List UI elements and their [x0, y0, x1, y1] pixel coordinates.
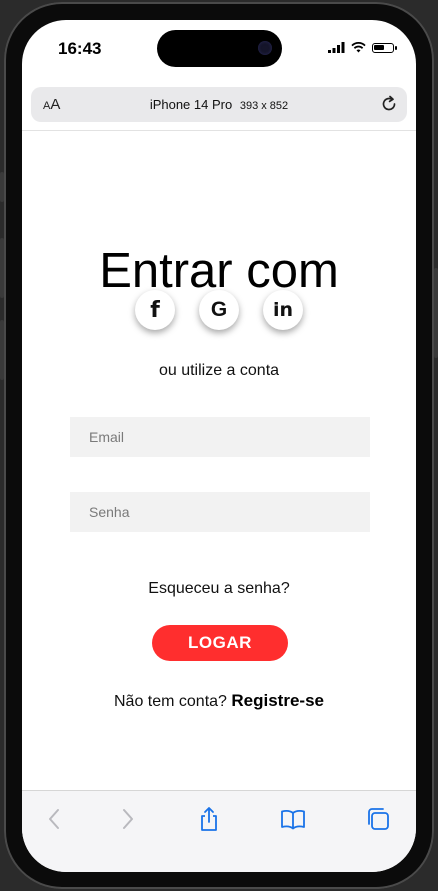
email-field[interactable]: [70, 417, 370, 457]
wifi-icon: [351, 42, 366, 53]
login-button[interactable]: LOGAR: [152, 625, 288, 661]
dynamic-island: [157, 30, 282, 67]
forgot-password-link[interactable]: Esqueceu a senha?: [22, 580, 416, 598]
browser-toolbar: [22, 790, 416, 872]
tabs-icon[interactable]: [365, 806, 391, 832]
volume-up-button: [0, 238, 4, 298]
volume-down-button: [0, 320, 4, 380]
address-bar[interactable]: AA iPhone 14 Pro 393 x 852: [31, 87, 407, 122]
reload-icon[interactable]: [379, 94, 399, 114]
register-link[interactable]: Registre-se: [231, 691, 324, 710]
back-icon[interactable]: [42, 806, 68, 832]
device-label: iPhone 14 Pro 393 x 852: [31, 97, 407, 112]
camera-icon: [258, 41, 272, 55]
battery-icon: [372, 42, 397, 53]
linkedin-icon: in: [272, 299, 294, 321]
status-bar: 16:43: [22, 20, 416, 80]
linkedin-login-button[interactable]: in: [263, 290, 303, 330]
power-button: [434, 268, 438, 358]
device-dimensions: 393 x 852: [239, 100, 289, 112]
no-account-text: Não tem conta?: [113, 693, 227, 710]
register-prompt: Não tem conta? Registre-se: [22, 691, 416, 711]
action-button: [0, 172, 4, 202]
facebook-login-button[interactable]: f: [135, 290, 175, 330]
password-field[interactable]: [70, 492, 370, 532]
google-login-button[interactable]: G: [199, 290, 239, 330]
forward-icon[interactable]: [114, 806, 140, 832]
google-icon: G: [210, 298, 228, 321]
social-login-row: f G in: [22, 290, 416, 332]
bookmarks-icon[interactable]: [280, 806, 306, 832]
phone-screen: 16:43 AA iPhone 14 Pro 393 x 852 Entrar …: [22, 20, 416, 872]
status-icons: [328, 42, 397, 53]
device-name: iPhone 14 Pro: [149, 97, 233, 112]
signal-icon: [328, 42, 345, 53]
alternative-login-text: ou utilize a conta: [158, 362, 280, 379]
divider: [22, 130, 416, 131]
facebook-icon: f: [150, 297, 160, 323]
battery-level: [374, 44, 384, 50]
share-icon[interactable]: [196, 806, 222, 832]
status-time: 16:43: [58, 39, 102, 58]
